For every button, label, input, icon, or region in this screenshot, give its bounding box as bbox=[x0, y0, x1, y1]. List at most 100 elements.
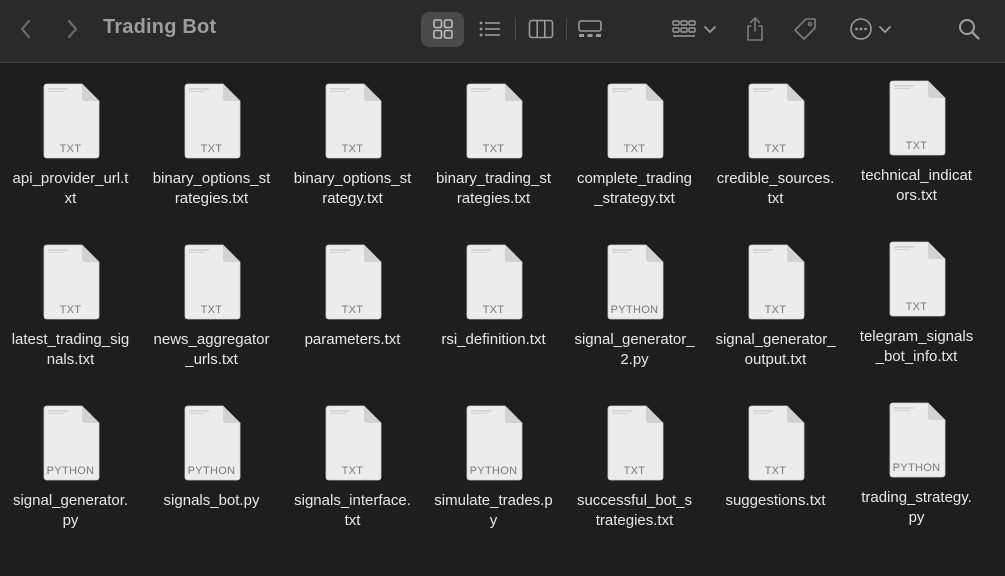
file-type-label: TXT bbox=[905, 301, 928, 313]
file-item[interactable]: TXT binary_options_st rategies.txt bbox=[141, 83, 282, 209]
gallery-view-button[interactable] bbox=[572, 0, 608, 58]
file-icon[interactable]: TXT bbox=[747, 83, 805, 159]
group-by-button[interactable] bbox=[668, 0, 720, 58]
file-item[interactable]: TXT binary_options_st rategy.txt bbox=[282, 83, 423, 209]
file-icon[interactable]: TXT bbox=[42, 244, 100, 320]
search-button[interactable] bbox=[953, 0, 985, 58]
file-type-label: TXT bbox=[764, 143, 787, 155]
file-item[interactable]: TXT technical_indicat ors.txt bbox=[846, 80, 987, 206]
toolbar-divider bbox=[515, 18, 516, 40]
file-item[interactable]: TXT successful_bot_s trategies.txt bbox=[564, 405, 705, 531]
file-icon[interactable]: TXT bbox=[465, 244, 523, 320]
file-type-label: TXT bbox=[482, 143, 505, 155]
file-item[interactable]: TXT credible_sources. txt bbox=[705, 83, 846, 209]
file-type-label: PYTHON bbox=[610, 304, 659, 316]
file-name[interactable]: credible_sources. txt bbox=[705, 169, 846, 209]
file-type-label: TXT bbox=[482, 304, 505, 316]
file-name[interactable]: signals_bot.py bbox=[141, 491, 282, 511]
file-icon[interactable]: TXT bbox=[888, 241, 946, 317]
file-icon[interactable]: PYTHON bbox=[606, 244, 664, 320]
file-item[interactable]: TXT complete_trading _strategy.txt bbox=[564, 83, 705, 209]
share-icon bbox=[747, 17, 763, 41]
file-name[interactable]: signal_generator_ output.txt bbox=[705, 330, 846, 370]
file-name[interactable]: api_provider_url.t xt bbox=[0, 169, 141, 209]
icon-view-button[interactable] bbox=[421, 0, 464, 58]
file-item[interactable]: TXT parameters.txt bbox=[282, 244, 423, 350]
file-grid: TXT api_provider_url.t xt TXT binary_option… bbox=[0, 63, 1005, 576]
list-view-button[interactable] bbox=[472, 0, 508, 58]
file-name[interactable]: news_aggregator _urls.txt bbox=[141, 330, 282, 370]
file-name[interactable]: signals_interface. txt bbox=[282, 491, 423, 531]
window-title: Trading Bot bbox=[103, 16, 217, 38]
file-icon[interactable]: TXT bbox=[324, 244, 382, 320]
file-name[interactable]: technical_indicat ors.txt bbox=[846, 166, 987, 206]
file-icon[interactable]: TXT bbox=[183, 244, 241, 320]
file-item[interactable]: TXT telegram_signals _bot_info.txt bbox=[846, 241, 987, 367]
file-type-label: TXT bbox=[59, 304, 82, 316]
file-icon[interactable]: TXT bbox=[465, 83, 523, 159]
file-item[interactable]: TXT binary_trading_st rategies.txt bbox=[423, 83, 564, 209]
file-type-label: TXT bbox=[905, 140, 928, 152]
column-view-icon bbox=[528, 19, 554, 39]
file-icon[interactable]: TXT bbox=[42, 83, 100, 159]
file-item[interactable]: PYTHON signal_generator_ 2.py bbox=[564, 244, 705, 370]
file-item[interactable]: TXT suggestions.txt bbox=[705, 405, 846, 511]
file-item[interactable]: TXT signals_interface. txt bbox=[282, 405, 423, 531]
column-view-button[interactable] bbox=[523, 0, 559, 58]
file-item[interactable]: TXT latest_trading_sig nals.txt bbox=[0, 244, 141, 370]
file-item[interactable]: TXT news_aggregator _urls.txt bbox=[141, 244, 282, 370]
file-name[interactable]: complete_trading _strategy.txt bbox=[564, 169, 705, 209]
file-item[interactable]: PYTHON simulate_trades.p y bbox=[423, 405, 564, 531]
file-name[interactable]: trading_strategy. py bbox=[846, 488, 987, 528]
file-icon[interactable]: TXT bbox=[324, 405, 382, 481]
chevron-right-icon bbox=[67, 19, 78, 39]
file-name[interactable]: signal_generator_ 2.py bbox=[564, 330, 705, 370]
group-by-icon bbox=[672, 20, 696, 37]
more-actions-icon bbox=[849, 18, 872, 40]
file-icon[interactable]: TXT bbox=[747, 405, 805, 481]
file-type-label: TXT bbox=[200, 304, 223, 316]
file-icon[interactable]: PYTHON bbox=[465, 405, 523, 481]
file-icon[interactable]: PYTHON bbox=[888, 402, 946, 478]
share-button[interactable] bbox=[740, 0, 770, 58]
file-name[interactable]: parameters.txt bbox=[282, 330, 423, 350]
grid-view-icon bbox=[432, 19, 453, 39]
file-name[interactable]: simulate_trades.p y bbox=[423, 491, 564, 531]
file-item[interactable]: TXT signal_generator_ output.txt bbox=[705, 244, 846, 370]
file-icon[interactable]: PYTHON bbox=[183, 405, 241, 481]
file-icon[interactable]: TXT bbox=[324, 83, 382, 159]
file-item[interactable]: TXT rsi_definition.txt bbox=[423, 244, 564, 350]
tag-icon bbox=[794, 18, 816, 40]
file-name[interactable]: binary_trading_st rategies.txt bbox=[423, 169, 564, 209]
gallery-view-icon bbox=[578, 20, 602, 37]
file-item[interactable]: PYTHON trading_strategy. py bbox=[846, 402, 987, 528]
file-icon[interactable]: TXT bbox=[183, 83, 241, 159]
file-item[interactable]: PYTHON signal_generator. py bbox=[0, 405, 141, 531]
file-icon[interactable]: TXT bbox=[606, 83, 664, 159]
chevron-left-icon bbox=[20, 19, 31, 39]
file-type-label: TXT bbox=[764, 465, 787, 477]
tag-button[interactable] bbox=[790, 0, 820, 58]
file-icon[interactable]: TXT bbox=[606, 405, 664, 481]
file-name[interactable]: binary_options_st rategies.txt bbox=[141, 169, 282, 209]
file-item[interactable]: TXT api_provider_url.t xt bbox=[0, 83, 141, 209]
file-name[interactable]: binary_options_st rategy.txt bbox=[282, 169, 423, 209]
forward-button[interactable] bbox=[58, 0, 86, 58]
file-type-label: TXT bbox=[623, 465, 646, 477]
file-icon[interactable]: TXT bbox=[888, 80, 946, 156]
file-name[interactable]: latest_trading_sig nals.txt bbox=[0, 330, 141, 370]
file-icon[interactable]: PYTHON bbox=[42, 405, 100, 481]
file-name[interactable]: suggestions.txt bbox=[705, 491, 846, 511]
file-type-label: PYTHON bbox=[187, 465, 236, 477]
file-type-label: TXT bbox=[764, 304, 787, 316]
file-name[interactable]: signal_generator. py bbox=[0, 491, 141, 531]
toolbar: Trading Bot bbox=[0, 0, 1005, 63]
file-item[interactable]: PYTHON signals_bot.py bbox=[141, 405, 282, 511]
file-name[interactable]: telegram_signals _bot_info.txt bbox=[846, 327, 987, 367]
file-name[interactable]: rsi_definition.txt bbox=[423, 330, 564, 350]
file-type-label: TXT bbox=[341, 465, 364, 477]
back-button[interactable] bbox=[12, 0, 40, 58]
more-actions-button[interactable] bbox=[845, 0, 895, 58]
file-name[interactable]: successful_bot_s trategies.txt bbox=[564, 491, 705, 531]
file-icon[interactable]: TXT bbox=[747, 244, 805, 320]
